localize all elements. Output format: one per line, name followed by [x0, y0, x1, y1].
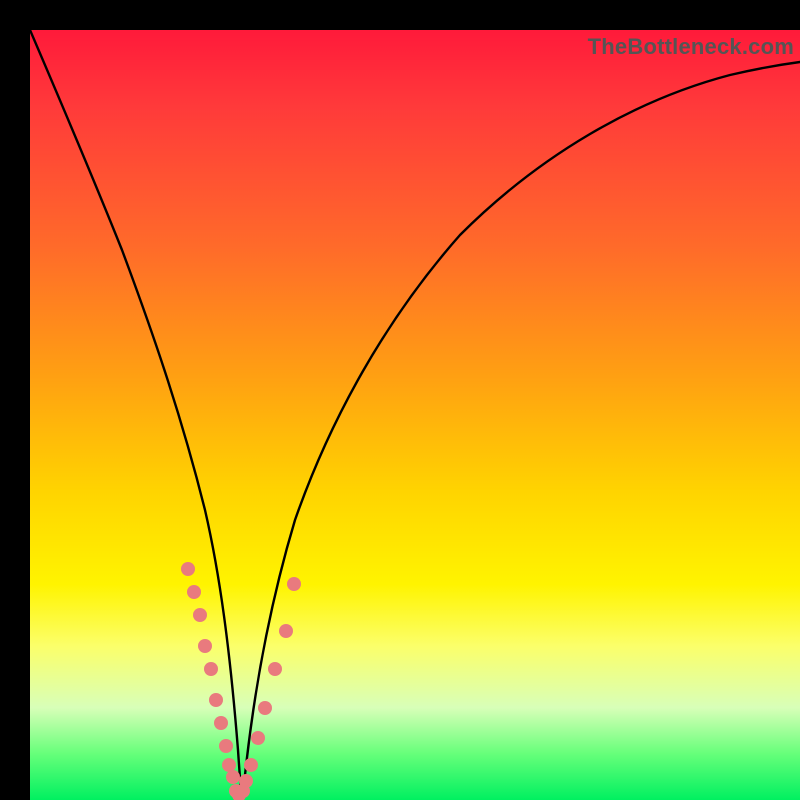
chart-frame: TheBottleneck.com: [0, 0, 800, 800]
plot-area: TheBottleneck.com: [30, 30, 800, 800]
pink-dot-cluster: [181, 562, 301, 800]
curve-svg: [30, 30, 800, 800]
bottleneck-curve: [30, 30, 800, 795]
